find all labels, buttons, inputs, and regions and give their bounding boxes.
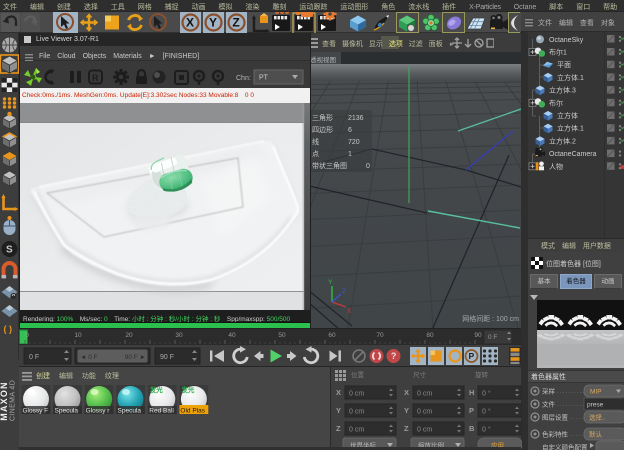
svg-text:人物: 人物 (549, 162, 563, 171)
svg-text:40: 40 (228, 332, 236, 339)
svg-text:◄ 0 F: ◄ 0 F (80, 354, 98, 361)
svg-text:Z: Z (342, 288, 346, 295)
svg-text:6: 6 (348, 127, 352, 134)
svg-text:文件: 文件 (542, 400, 556, 409)
svg-text:prese: prese (587, 402, 604, 409)
svg-text:发光: 发光 (149, 385, 164, 394)
svg-text:带状三角图: 带状三角图 (312, 161, 347, 170)
svg-text:Chn:: Chn: (236, 75, 251, 82)
svg-text:P: P (469, 406, 474, 415)
svg-text:Glossy r: Glossy r (86, 408, 111, 415)
svg-text:B: B (469, 424, 475, 433)
svg-text:三角形: 三角形 (312, 113, 333, 122)
svg-text:60: 60 (328, 332, 336, 339)
svg-text:OctaneCamera: OctaneCamera (549, 151, 597, 158)
svg-text:PT: PT (259, 75, 269, 82)
svg-text:90: 90 (474, 332, 482, 339)
svg-text:立方体: 立方体 (557, 111, 578, 120)
svg-text:立方体.1: 立方体.1 (557, 124, 584, 133)
svg-text:1: 1 (348, 151, 352, 158)
svg-text:30: 30 (175, 332, 183, 339)
svg-text:选择..: 选择.. (589, 413, 606, 422)
svg-text:网格间距 : 100 cm: 网格间距 : 100 cm (462, 314, 519, 323)
svg-text:X: X (404, 388, 409, 397)
svg-text:R: R (92, 73, 99, 83)
svg-text:MIP: MIP (590, 389, 602, 396)
svg-text:?: ? (391, 351, 397, 361)
svg-text:H: H (469, 388, 474, 397)
svg-text:Z: Z (404, 424, 409, 433)
svg-text:尺寸: 尺寸 (413, 370, 427, 379)
svg-text:OctaneSky: OctaneSky (549, 37, 584, 44)
svg-text:Y: Y (336, 406, 341, 415)
svg-text:0 °: 0 ° (482, 408, 491, 416)
svg-text:Y: Y (404, 406, 409, 415)
svg-text:立方体.1: 立方体.1 (557, 73, 584, 82)
svg-text:( ): ( ) (4, 324, 13, 334)
svg-text:2136: 2136 (348, 115, 364, 122)
svg-text:Y: Y (328, 279, 333, 286)
svg-text:色彩特性: 色彩特性 (542, 430, 569, 439)
svg-text:Specula: Specula (55, 408, 79, 415)
svg-text:..........: .......... (557, 388, 585, 395)
svg-text:70: 70 (376, 332, 384, 339)
svg-text:X: X (336, 388, 341, 397)
svg-text:采样: 采样 (542, 387, 556, 396)
svg-text:Specula: Specula (118, 408, 142, 415)
svg-text:线: 线 (312, 137, 319, 146)
svg-text:四边形: 四边形 (312, 125, 333, 134)
svg-text:.....: ..... (570, 431, 584, 438)
svg-text:P: P (469, 351, 475, 361)
svg-text:立方体.3: 立方体.3 (549, 86, 576, 95)
svg-text:.....: ..... (570, 414, 584, 421)
svg-text:Glossy F: Glossy F (23, 408, 49, 415)
svg-text:旋转: 旋转 (475, 370, 489, 379)
svg-text:S: S (6, 245, 13, 256)
svg-text:10: 10 (74, 332, 82, 339)
svg-text:布尔1: 布尔1 (549, 48, 567, 57)
svg-text:平面: 平面 (557, 61, 571, 69)
svg-text:位置: 位置 (351, 370, 365, 379)
svg-text:0 F: 0 F (29, 354, 39, 361)
svg-text:布尔: 布尔 (549, 98, 563, 107)
svg-text:50: 50 (278, 332, 286, 339)
svg-text:立方体.2: 立方体.2 (549, 136, 576, 145)
svg-text:点: 点 (312, 150, 319, 158)
svg-text:0 F: 0 F (488, 334, 497, 341)
svg-text:0: 0 (25, 332, 29, 339)
svg-text:发光: 发光 (180, 385, 195, 394)
svg-text:Z: Z (232, 16, 239, 30)
svg-text:720: 720 (348, 139, 360, 146)
svg-text:X: X (186, 16, 194, 30)
svg-text:Old Plas: Old Plas (180, 408, 205, 415)
svg-text:Y: Y (209, 16, 217, 30)
svg-text:20: 20 (125, 332, 133, 339)
svg-text:X: X (347, 308, 352, 315)
svg-text:..........: .......... (557, 401, 585, 408)
svg-text:自定义颜色配置: 自定义颜色配置 (542, 443, 588, 450)
svg-text:0: 0 (366, 163, 370, 170)
svg-text:Z: Z (336, 424, 341, 433)
svg-text:90 F: 90 F (160, 354, 174, 361)
svg-text:图层设置: 图层设置 (542, 413, 569, 422)
svg-text:Red Ball: Red Ball (149, 408, 174, 415)
svg-text:0 °: 0 ° (482, 390, 491, 398)
svg-text:0 °: 0 ° (482, 426, 491, 434)
svg-text:默认: 默认 (589, 430, 603, 439)
svg-text:80: 80 (426, 332, 434, 339)
svg-text:90 F ►: 90 F ► (125, 354, 146, 361)
